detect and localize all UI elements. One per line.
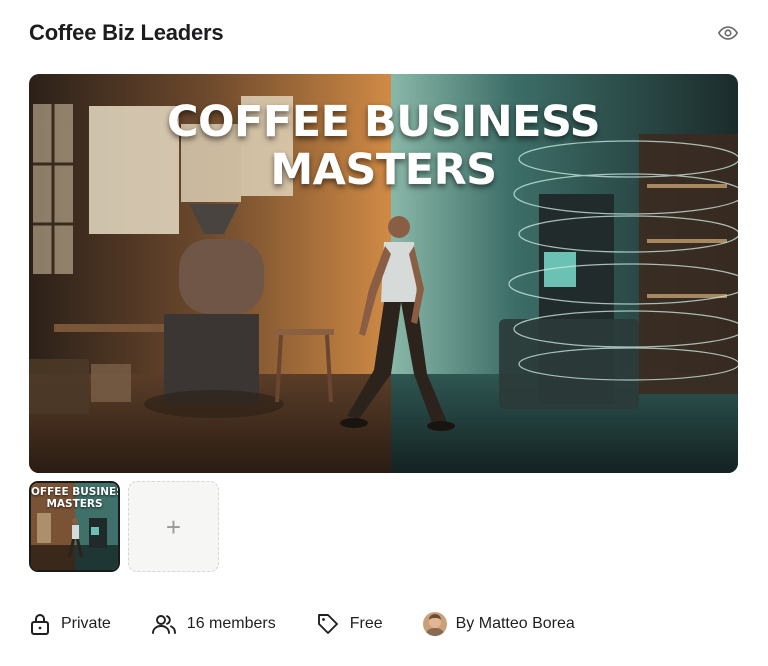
plus-icon: +: [165, 511, 182, 542]
cover-title-line-2: MASTERS: [270, 145, 497, 195]
thumbnail-title: OFFEE BUSINES MASTERS: [31, 486, 118, 510]
privacy-status: Private: [29, 612, 111, 636]
users-icon: [151, 613, 177, 635]
privacy-label: Private: [61, 615, 111, 632]
eye-icon[interactable]: [715, 20, 741, 46]
tag-icon: [316, 612, 340, 636]
cover-image[interactable]: COFFEE BUSINESS MASTERS: [29, 74, 738, 473]
price-label: Free: [349, 615, 383, 632]
group-meta: Private 16 members Free By Matteo Borea: [29, 610, 615, 638]
header: Coffee Biz Leaders: [29, 18, 739, 48]
page-title: Coffee Biz Leaders: [29, 20, 224, 45]
add-image-button[interactable]: +: [128, 481, 219, 572]
price-status: Free: [316, 612, 383, 636]
owner-info[interactable]: By Matteo Borea: [422, 612, 575, 636]
cover-title: COFFEE BUSINESS MASTERS: [29, 98, 738, 194]
members-label: 16 members: [186, 615, 276, 632]
lock-icon: [29, 612, 51, 636]
members-count[interactable]: 16 members: [151, 613, 276, 635]
thumbnail-strip: OFFEE BUSINES MASTERS +: [29, 481, 219, 572]
owner-label: By Matteo Borea: [455, 615, 575, 632]
thumbnail-title-line-1: OFFEE BUSINES: [31, 486, 118, 498]
cover-title-line-1: COFFEE BUSINESS: [166, 97, 601, 147]
thumbnail-title-line-2: MASTERS: [46, 498, 103, 510]
thumbnail-selected[interactable]: OFFEE BUSINES MASTERS: [29, 481, 120, 572]
avatar: [422, 612, 447, 636]
